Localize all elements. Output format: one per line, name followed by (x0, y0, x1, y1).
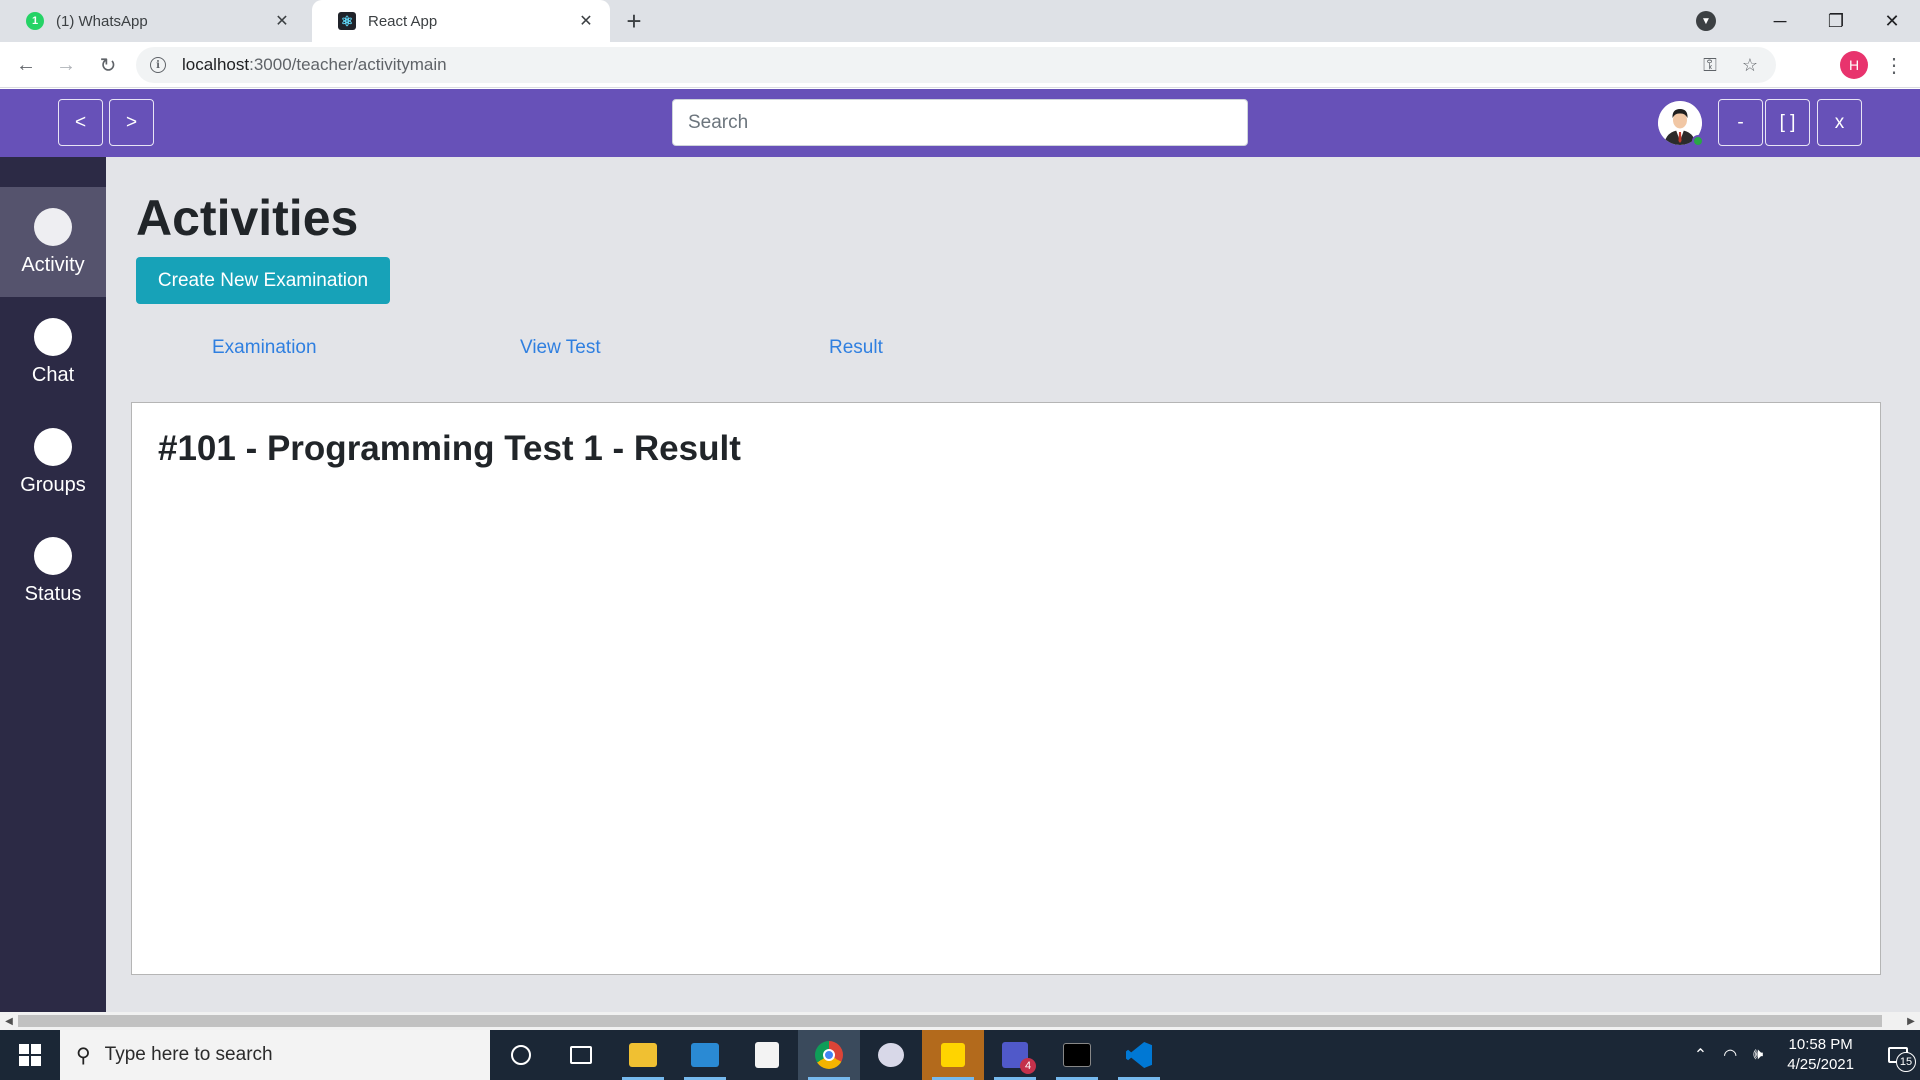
tab-close-icon[interactable]: ✕ (576, 11, 596, 31)
vscode-icon[interactable] (1108, 1030, 1170, 1080)
url-text[interactable]: localhost:3000/teacher/activitymain (182, 55, 1696, 75)
forward-button[interactable]: > (109, 99, 154, 146)
task-view-icon[interactable] (550, 1030, 612, 1080)
close-button[interactable]: x (1817, 99, 1862, 146)
result-panel: #101 - Programming Test 1 - Result (131, 402, 1881, 975)
sidebar-item-chat[interactable]: Chat (0, 297, 106, 407)
status-icon (34, 536, 72, 575)
reload-icon[interactable]: ↻ (94, 51, 122, 79)
maximize-button[interactable]: [ ] (1765, 99, 1810, 146)
tab-react-app[interactable]: ⚛ React App ✕ (312, 0, 610, 42)
new-tab-button[interactable]: + (620, 8, 648, 36)
file-explorer-icon[interactable] (612, 1030, 674, 1080)
cortana-icon[interactable] (490, 1030, 552, 1080)
start-button[interactable] (0, 1030, 60, 1080)
teams-icon[interactable]: 4 (984, 1030, 1046, 1080)
search-icon: ⚲ (76, 1044, 91, 1067)
app-header: < > - [ ] x (0, 89, 1920, 157)
browser-toolbar: ← → ↻ i localhost:3000/teacher/activitym… (0, 42, 1920, 88)
store-icon[interactable] (736, 1030, 798, 1080)
taskbar-search[interactable]: ⚲ Type here to search (60, 1030, 490, 1080)
sidebar-item-label: Groups (20, 473, 86, 496)
browser-tab-bar: 1 (1) WhatsApp ✕ ⚛ React App ✕ + ▼ ─ ❐ ✕ (0, 0, 1920, 42)
terminal-icon[interactable] (1046, 1030, 1108, 1080)
sidebar-item-label: Activity (21, 253, 85, 276)
scroll-left-icon[interactable]: ◀ (0, 1012, 18, 1030)
network-icon[interactable]: ◠ (1723, 1045, 1737, 1065)
profile-initial: H (1848, 57, 1860, 73)
sidebar-item-activity[interactable]: Activity (0, 187, 106, 297)
sticky-notes-icon[interactable] (922, 1030, 984, 1080)
window-minimize-button[interactable]: ─ (1752, 0, 1808, 42)
activity-icon (34, 207, 72, 246)
window-restore-button[interactable]: ❐ (1808, 0, 1864, 42)
volume-icon[interactable]: 🕪 (1753, 1046, 1763, 1064)
minimize-button[interactable]: - (1718, 99, 1763, 146)
clock-time: 10:58 PM (1788, 1036, 1853, 1053)
url-host: localhost (182, 55, 250, 74)
forward-arrow-icon[interactable]: → (52, 51, 80, 79)
page-title: Activities (136, 190, 359, 246)
horizontal-scrollbar[interactable]: ◀ ▶ (0, 1012, 1920, 1030)
create-new-examination-button[interactable]: Create New Examination (136, 257, 390, 304)
show-hidden-icons-icon[interactable]: ⌃ (1694, 1045, 1707, 1065)
react-icon: ⚛ (338, 12, 356, 30)
tab-title: React App (368, 12, 438, 30)
scroll-right-icon[interactable]: ▶ (1902, 1012, 1920, 1030)
tab-examination[interactable]: Examination (212, 337, 317, 359)
browser-menu-icon[interactable]: ⋮ (1884, 51, 1904, 79)
tab-whatsapp[interactable]: 1 (1) WhatsApp ✕ (0, 0, 306, 42)
whatsapp-icon: 1 (26, 12, 44, 30)
address-bar[interactable]: i localhost:3000/teacher/activitymain ⚿ … (136, 47, 1776, 83)
clock-date: 4/25/2021 (1787, 1056, 1854, 1073)
windows-logo-icon (19, 1044, 41, 1066)
online-status-indicator (1692, 135, 1704, 147)
url-path: :3000/teacher/activitymain (249, 55, 447, 74)
tab-close-icon[interactable]: ✕ (272, 11, 292, 31)
sidebar: Activity Chat Groups Status (0, 157, 106, 1012)
action-center-icon[interactable]: 15 (1876, 1030, 1920, 1080)
tab-search-icon[interactable]: ▼ (1696, 11, 1716, 31)
sidebar-item-groups[interactable]: Groups (0, 407, 106, 517)
chat-icon (34, 317, 72, 356)
chrome-icon[interactable] (798, 1030, 860, 1080)
windows-taskbar: ⚲ Type here to search 4 ⌃ ◠ 🕪 10:58 PM 4… (0, 1030, 1920, 1080)
bookmark-star-icon[interactable]: ☆ (1736, 51, 1764, 79)
back-button[interactable]: < (58, 99, 103, 146)
site-info-icon[interactable]: i (150, 57, 166, 73)
taskbar-search-placeholder: Type here to search (104, 1044, 273, 1065)
window-close-button[interactable]: ✕ (1864, 0, 1920, 42)
teams-badge: 4 (1020, 1058, 1036, 1074)
key-icon[interactable]: ⚿ (1696, 51, 1724, 79)
profile-avatar[interactable]: H (1840, 51, 1868, 79)
window-controls: ▼ ─ ❐ ✕ (1696, 0, 1920, 42)
snip-sketch-icon[interactable] (860, 1030, 922, 1080)
scrollbar-thumb[interactable] (18, 1015, 1882, 1027)
back-arrow-icon[interactable]: ← (12, 51, 40, 79)
system-tray: ⌃ ◠ 🕪 10:58 PM 4/25/2021 15 (1694, 1030, 1920, 1080)
search-input[interactable] (672, 99, 1248, 146)
whatsapp-badge: 1 (31, 15, 39, 27)
notification-count: 15 (1896, 1052, 1916, 1072)
sidebar-item-status[interactable]: Status (0, 516, 106, 626)
sidebar-item-label: Status (24, 582, 82, 605)
clock[interactable]: 10:58 PM 4/25/2021 (1787, 1035, 1854, 1075)
main-content: Activities Create New Examination Examin… (106, 157, 1920, 1012)
tab-result[interactable]: Result (829, 337, 883, 359)
groups-icon (34, 427, 72, 466)
tab-title: (1) WhatsApp (56, 12, 148, 30)
result-title: #101 - Programming Test 1 - Result (158, 429, 741, 468)
tab-view-test[interactable]: View Test (520, 337, 601, 359)
mail-icon[interactable] (674, 1030, 736, 1080)
sidebar-item-label: Chat (31, 363, 75, 386)
